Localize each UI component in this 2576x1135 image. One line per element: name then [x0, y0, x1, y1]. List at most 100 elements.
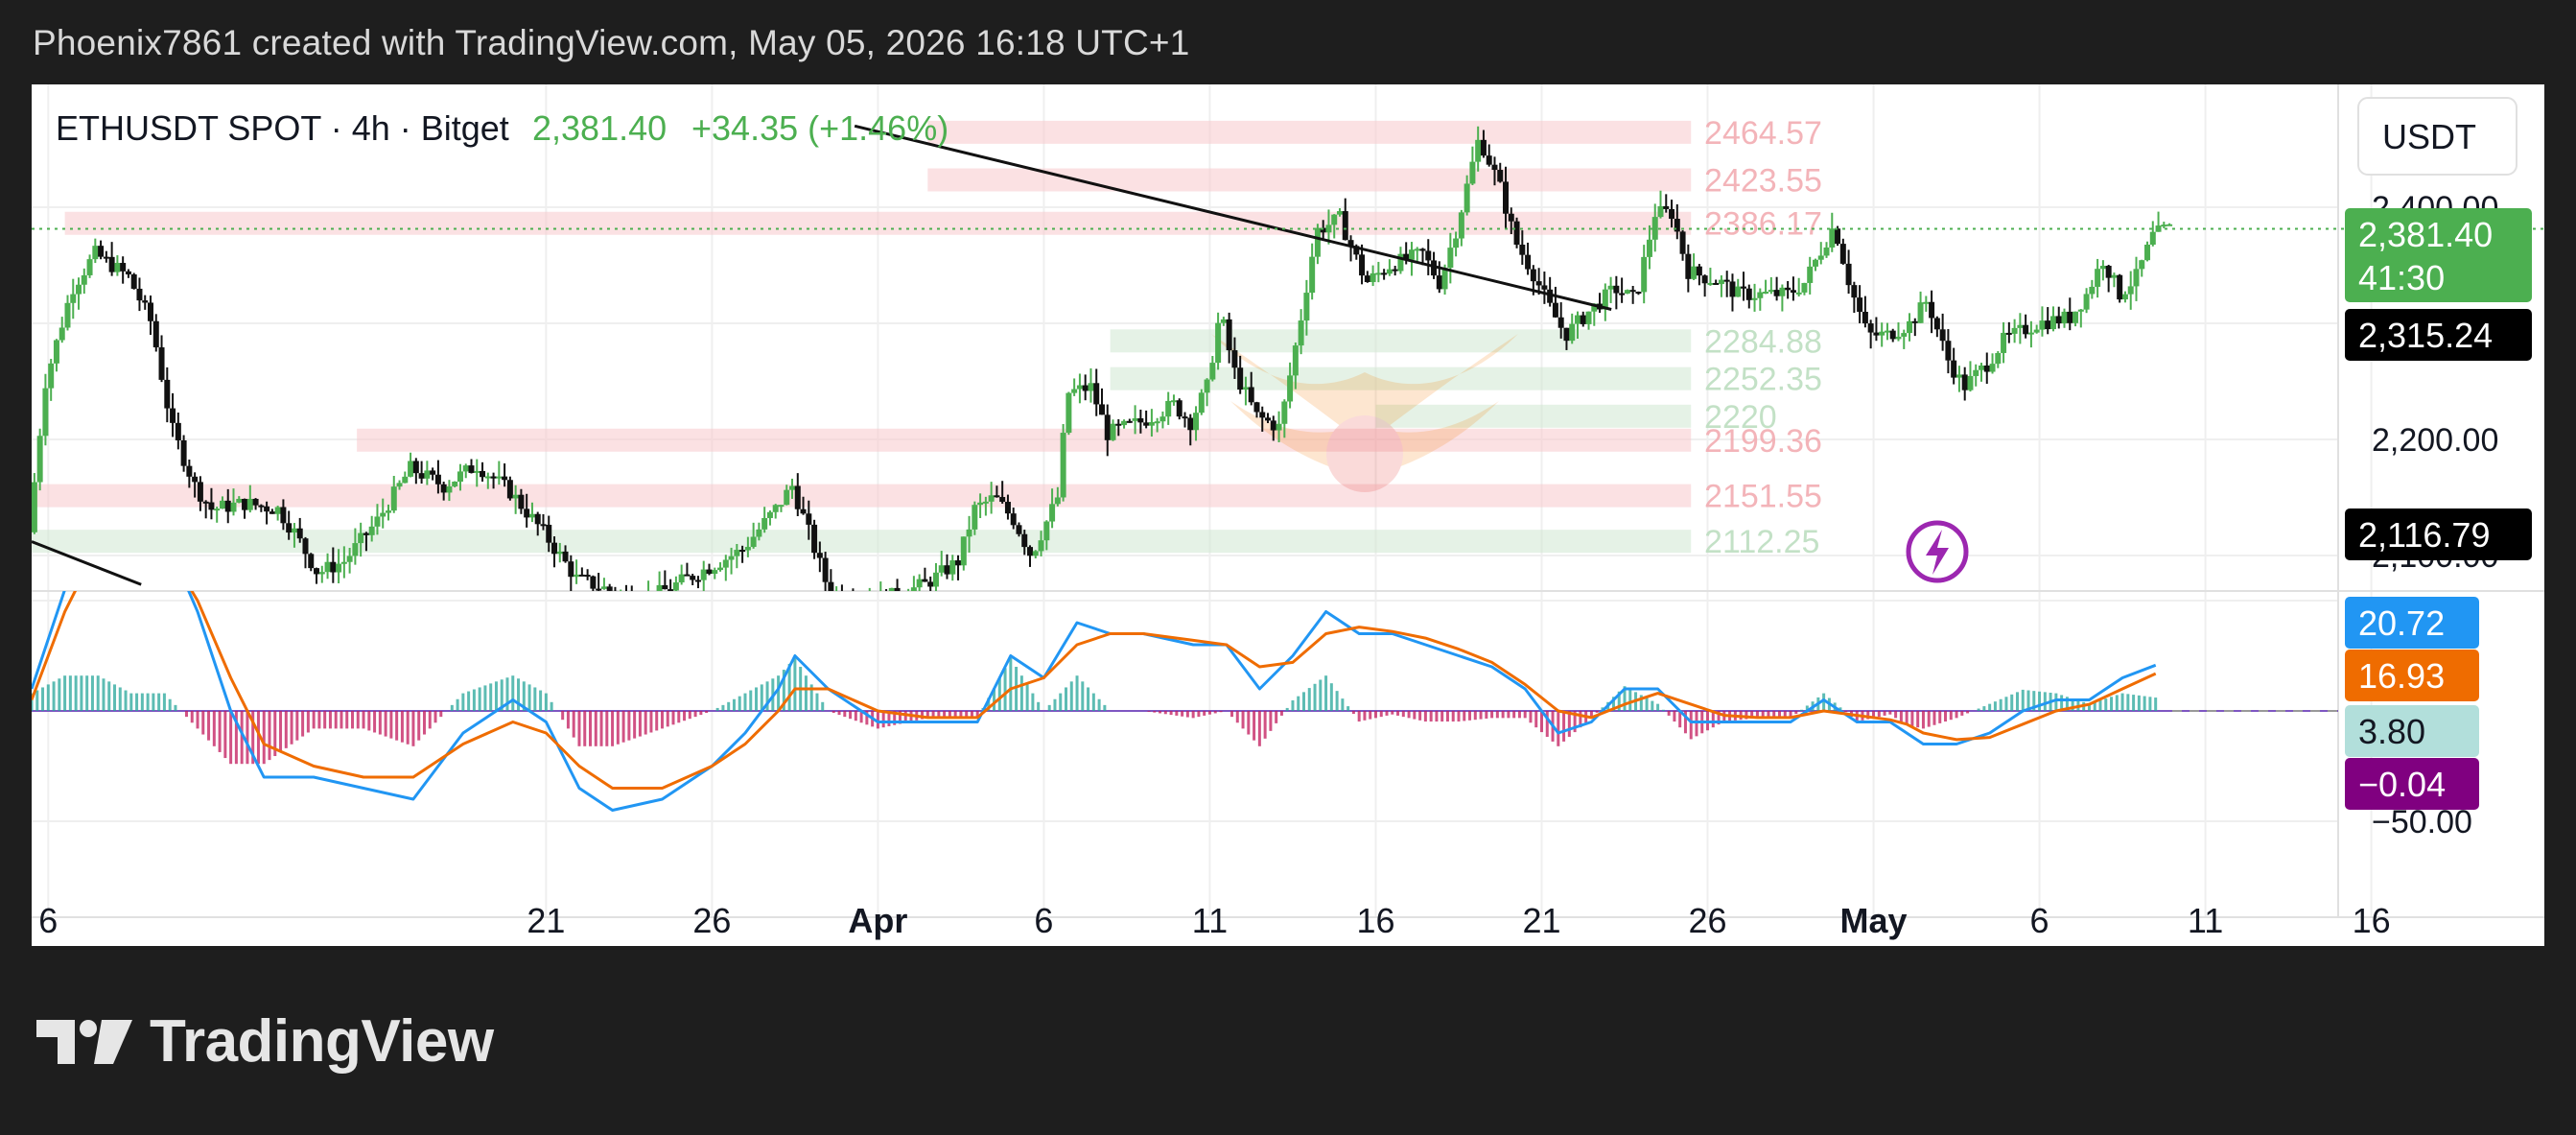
macd-hist-bar — [1927, 711, 1931, 727]
candle-body — [1751, 297, 1758, 300]
candle-body — [1973, 369, 1979, 376]
x-tick-label: 6 — [38, 901, 58, 940]
macd-hist-bar — [749, 690, 753, 711]
candle-body — [1458, 212, 1464, 239]
candle-body — [224, 500, 231, 512]
macd-hist-bar — [1169, 711, 1173, 716]
candle-body — [186, 465, 193, 477]
macd-hist-bar — [1324, 675, 1328, 711]
macd-hist-bar — [2115, 695, 2119, 711]
candle-body — [811, 524, 818, 554]
candle-body — [2033, 329, 2040, 333]
candle-body — [960, 536, 967, 566]
candle-body — [64, 302, 71, 328]
macd-hist-bar — [1673, 711, 1676, 722]
zone-label: 2423.55 — [1704, 163, 1822, 200]
macd-hist-bar — [1423, 711, 1427, 722]
candle-body — [324, 561, 331, 573]
candle-body — [180, 439, 187, 466]
macd-hist-bar — [577, 711, 581, 746]
macd-y-tick-label: −50.00 — [2372, 804, 2472, 840]
candle-body — [480, 470, 486, 478]
macd-hist-bar — [1949, 711, 1953, 721]
candle-body — [208, 502, 215, 510]
macd-hist-bar — [1065, 687, 1068, 711]
candle-body — [170, 408, 176, 423]
macd-value-tag: 20.72 — [2345, 597, 2479, 649]
macd-hist-bar — [1047, 704, 1051, 711]
macd-hist-bar — [1235, 711, 1239, 723]
candle-body — [1624, 290, 1630, 294]
brand-name: TradingView — [150, 1008, 494, 1075]
candle-body — [363, 532, 369, 535]
candle-body — [81, 274, 87, 285]
candle-body — [330, 561, 337, 573]
candle-body — [1580, 315, 1586, 324]
macd-hist-bar — [683, 711, 687, 721]
candle-body — [850, 604, 855, 608]
macd-hist-bar — [1385, 711, 1389, 716]
macd-hist-bar — [605, 711, 609, 746]
candle-body — [546, 524, 552, 543]
lightning-alert-icon[interactable] — [1906, 520, 1969, 583]
candle-body — [988, 495, 995, 502]
macd-hist-bar — [1335, 691, 1339, 711]
macd-hist-bar — [1269, 711, 1273, 731]
candle-body — [667, 589, 674, 591]
macd-hist-bar — [422, 711, 426, 735]
macd-value-tag: −0.04 — [2345, 758, 2479, 810]
candle-body — [1541, 285, 1548, 290]
candle-body — [994, 495, 1000, 498]
macd-hist-bar — [1490, 711, 1494, 719]
zone-band — [32, 484, 1692, 508]
macd-hist-bar — [2148, 697, 2152, 711]
candle-body — [772, 505, 779, 512]
macd-hist-bar — [400, 711, 404, 743]
macd-hist-bar — [561, 711, 565, 721]
macd-hist-bar — [1009, 657, 1013, 711]
candle-body — [1486, 155, 1492, 165]
candle-body — [1951, 360, 1957, 378]
candle-body — [368, 526, 375, 535]
macd-hist-bar — [1944, 711, 1948, 722]
candle-body — [1220, 319, 1227, 323]
candle-body — [1276, 423, 1282, 431]
macd-hist-bar — [594, 711, 597, 746]
candle-body — [242, 498, 248, 510]
macd-hist-bar — [1091, 693, 1095, 711]
candle-body — [1939, 329, 1946, 342]
candle-body — [656, 584, 663, 591]
candle-body — [1331, 214, 1338, 225]
candle-body — [258, 505, 265, 508]
candle-body — [1060, 433, 1066, 498]
candle-body — [1497, 170, 1504, 182]
candle-body — [739, 550, 746, 553]
candle-body — [2144, 245, 2151, 261]
macd-hist-bar — [1988, 703, 1992, 711]
candle-body — [402, 476, 409, 484]
candle-body — [1917, 302, 1924, 323]
macd-hist-bar — [1053, 698, 1057, 711]
candle-body — [380, 512, 386, 517]
candle-body — [352, 543, 359, 556]
candle-body — [750, 536, 757, 548]
candle-body — [108, 256, 115, 272]
candle-body — [446, 485, 453, 493]
macd-hist-bar — [184, 711, 188, 718]
candle-body — [1817, 255, 1824, 260]
chart-svg[interactable]: 2464.572423.552386.172284.882252.3522202… — [32, 84, 2544, 946]
candle-body — [578, 574, 585, 577]
candle-body — [1082, 385, 1089, 391]
candle-body — [944, 565, 950, 575]
candle-body — [1436, 275, 1442, 290]
candle-body — [1773, 290, 1780, 296]
macd-value-text: −0.04 — [2358, 765, 2446, 804]
candle-body — [1004, 502, 1011, 514]
macd-hist-bar — [2043, 692, 2047, 711]
currency-button[interactable]: USDT — [2357, 97, 2517, 176]
candle-body — [584, 575, 591, 578]
macd-hist-bar — [1479, 711, 1483, 720]
candle-body — [1342, 211, 1348, 241]
macd-hist-bar — [212, 711, 216, 746]
candle-body — [452, 482, 458, 486]
